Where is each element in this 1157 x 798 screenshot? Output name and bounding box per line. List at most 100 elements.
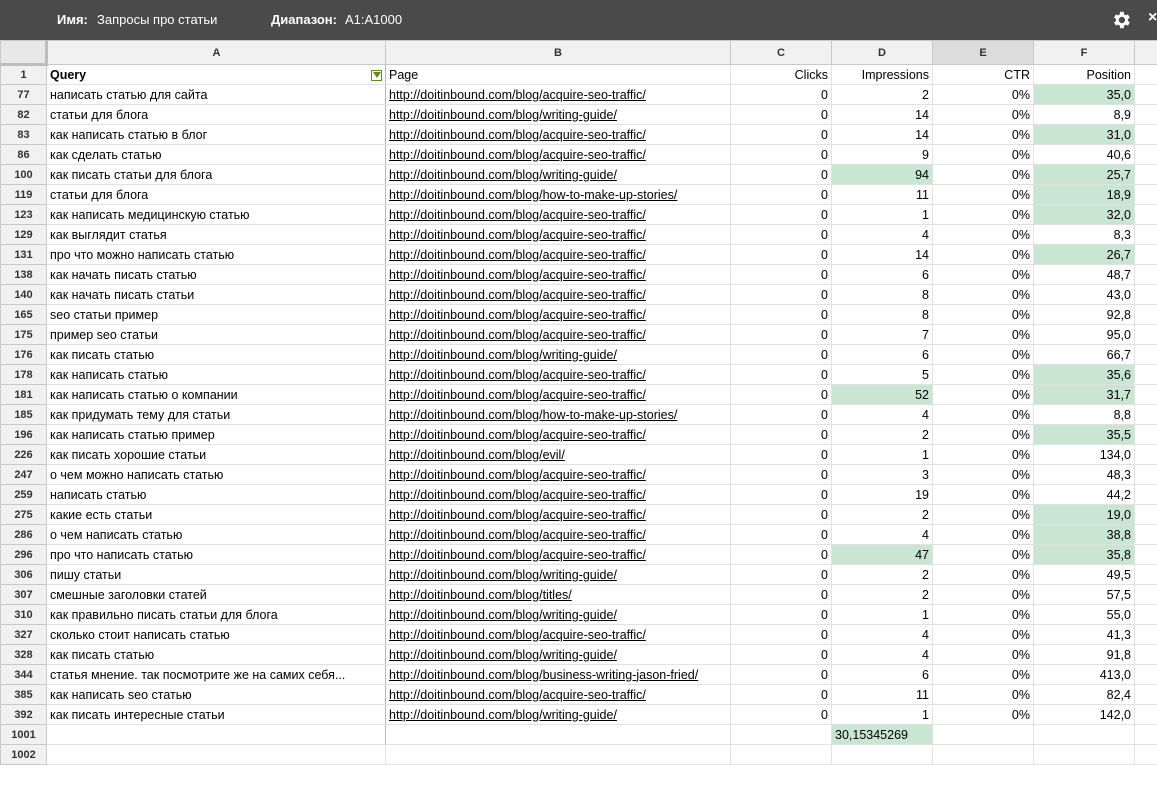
gear-icon[interactable] xyxy=(1110,9,1132,31)
header-ctr-cell[interactable]: CTR xyxy=(932,64,1034,85)
clicks-cell[interactable]: 0 xyxy=(730,284,832,305)
query-cell[interactable]: пишу статьи xyxy=(46,564,386,585)
ctr-cell[interactable]: 0% xyxy=(932,124,1034,145)
position-cell[interactable]: 35,6 xyxy=(1033,364,1135,385)
row-number[interactable]: 247 xyxy=(0,464,47,485)
page-link-cell[interactable]: http://doitinbound.com/blog/acquire-seo-… xyxy=(385,384,731,405)
impressions-cell[interactable]: 6 xyxy=(831,264,933,285)
clicks-cell[interactable]: 0 xyxy=(730,564,832,585)
query-cell[interactable]: как сделать статью xyxy=(46,144,386,165)
position-cell[interactable]: 41,3 xyxy=(1033,624,1135,645)
clicks-cell[interactable]: 0 xyxy=(730,524,832,545)
row-number[interactable]: 385 xyxy=(0,684,47,705)
page-link-cell[interactable]: http://doitinbound.com/blog/acquire-seo-… xyxy=(385,144,731,165)
position-cell[interactable]: 92,8 xyxy=(1033,304,1135,325)
ctr-cell[interactable]: 0% xyxy=(932,344,1034,365)
page-link-cell[interactable]: http://doitinbound.com/blog/writing-guid… xyxy=(385,104,731,125)
page-link-cell[interactable]: http://doitinbound.com/blog/business-wri… xyxy=(385,664,731,685)
query-cell[interactable]: как написать статью о компании xyxy=(46,384,386,405)
position-cell[interactable]: 134,0 xyxy=(1033,444,1135,465)
column-header-b[interactable]: B xyxy=(385,40,731,65)
page-link-cell[interactable]: http://doitinbound.com/blog/acquire-seo-… xyxy=(385,224,731,245)
page-link-cell[interactable]: http://doitinbound.com/blog/acquire-seo-… xyxy=(385,484,731,505)
page-link-cell[interactable]: http://doitinbound.com/blog/acquire-seo-… xyxy=(385,624,731,645)
empty-cell[interactable] xyxy=(46,724,386,745)
row-number[interactable]: 83 xyxy=(0,124,47,145)
row-number[interactable]: 275 xyxy=(0,504,47,525)
ctr-cell[interactable]: 0% xyxy=(932,444,1034,465)
clicks-cell[interactable]: 0 xyxy=(730,664,832,685)
query-cell[interactable]: статьи для блога xyxy=(46,184,386,205)
ctr-cell[interactable]: 0% xyxy=(932,504,1034,525)
clicks-cell[interactable]: 0 xyxy=(730,184,832,205)
page-link-cell[interactable]: http://doitinbound.com/blog/writing-guid… xyxy=(385,164,731,185)
clicks-cell[interactable]: 0 xyxy=(730,484,832,505)
impressions-cell[interactable]: 4 xyxy=(831,644,933,665)
row-number[interactable]: 307 xyxy=(0,584,47,605)
row-number[interactable]: 185 xyxy=(0,404,47,425)
header-clicks-cell[interactable]: Clicks xyxy=(730,64,832,85)
position-cell[interactable]: 91,8 xyxy=(1033,644,1135,665)
row-number[interactable]: 178 xyxy=(0,364,47,385)
empty-cell[interactable] xyxy=(730,724,832,745)
impressions-cell[interactable]: 8 xyxy=(831,304,933,325)
clicks-cell[interactable]: 0 xyxy=(730,164,832,185)
row-number[interactable]: 138 xyxy=(0,264,47,285)
header-query-cell[interactable]: Query xyxy=(46,64,386,85)
ctr-cell[interactable]: 0% xyxy=(932,684,1034,705)
position-cell[interactable]: 18,9 xyxy=(1033,184,1135,205)
query-cell[interactable]: как писать статью xyxy=(46,344,386,365)
row-number[interactable]: 1 xyxy=(0,64,47,85)
impressions-cell[interactable]: 47 xyxy=(831,544,933,565)
query-cell[interactable]: как написать seo статью xyxy=(46,684,386,705)
impressions-cell[interactable]: 14 xyxy=(831,124,933,145)
impressions-cell[interactable]: 6 xyxy=(831,344,933,365)
row-number[interactable]: 100 xyxy=(0,164,47,185)
position-cell[interactable]: 35,8 xyxy=(1033,544,1135,565)
query-cell[interactable]: пример seo статьи xyxy=(46,324,386,345)
page-link-cell[interactable]: http://doitinbound.com/blog/acquire-seo-… xyxy=(385,364,731,385)
impressions-cell[interactable]: 11 xyxy=(831,184,933,205)
page-link-cell[interactable]: http://doitinbound.com/blog/acquire-seo-… xyxy=(385,284,731,305)
row-number[interactable]: 226 xyxy=(0,444,47,465)
position-cell[interactable]: 26,7 xyxy=(1033,244,1135,265)
impressions-cell[interactable]: 4 xyxy=(831,224,933,245)
query-cell[interactable]: смешные заголовки статей xyxy=(46,584,386,605)
empty-cell[interactable] xyxy=(932,744,1034,765)
position-cell[interactable]: 31,7 xyxy=(1033,384,1135,405)
query-cell[interactable]: как правильно писать статьи для блога xyxy=(46,604,386,625)
position-cell[interactable]: 142,0 xyxy=(1033,704,1135,725)
empty-cell[interactable] xyxy=(831,744,933,765)
row-number[interactable]: 1002 xyxy=(0,744,47,765)
ctr-cell[interactable]: 0% xyxy=(932,244,1034,265)
position-cell[interactable]: 19,0 xyxy=(1033,504,1135,525)
page-link-cell[interactable]: http://doitinbound.com/blog/acquire-seo-… xyxy=(385,684,731,705)
ctr-cell[interactable]: 0% xyxy=(932,424,1034,445)
page-link-cell[interactable]: http://doitinbound.com/blog/acquire-seo-… xyxy=(385,464,731,485)
clicks-cell[interactable]: 0 xyxy=(730,704,832,725)
row-number[interactable]: 129 xyxy=(0,224,47,245)
name-value[interactable]: Запросы про статьи xyxy=(97,12,217,27)
row-number[interactable]: 259 xyxy=(0,484,47,505)
row-number[interactable]: 86 xyxy=(0,144,47,165)
query-cell[interactable]: сколько стоит написать статью xyxy=(46,624,386,645)
clicks-cell[interactable]: 0 xyxy=(730,344,832,365)
position-cell[interactable]: 44,2 xyxy=(1033,484,1135,505)
query-cell[interactable]: как писать статьи для блога xyxy=(46,164,386,185)
position-cell[interactable]: 66,7 xyxy=(1033,344,1135,365)
empty-cell[interactable] xyxy=(385,724,731,745)
page-link-cell[interactable]: http://doitinbound.com/blog/acquire-seo-… xyxy=(385,204,731,225)
ctr-cell[interactable]: 0% xyxy=(932,144,1034,165)
ctr-cell[interactable]: 0% xyxy=(932,384,1034,405)
ctr-cell[interactable]: 0% xyxy=(932,104,1034,125)
clicks-cell[interactable]: 0 xyxy=(730,384,832,405)
query-cell[interactable]: статьи для блога xyxy=(46,104,386,125)
ctr-cell[interactable]: 0% xyxy=(932,404,1034,425)
row-number[interactable]: 328 xyxy=(0,644,47,665)
ctr-cell[interactable]: 0% xyxy=(932,84,1034,105)
clicks-cell[interactable]: 0 xyxy=(730,684,832,705)
impressions-cell[interactable]: 9 xyxy=(831,144,933,165)
page-link-cell[interactable]: http://doitinbound.com/blog/acquire-seo-… xyxy=(385,544,731,565)
clicks-cell[interactable]: 0 xyxy=(730,504,832,525)
row-number[interactable]: 1001 xyxy=(0,724,47,745)
